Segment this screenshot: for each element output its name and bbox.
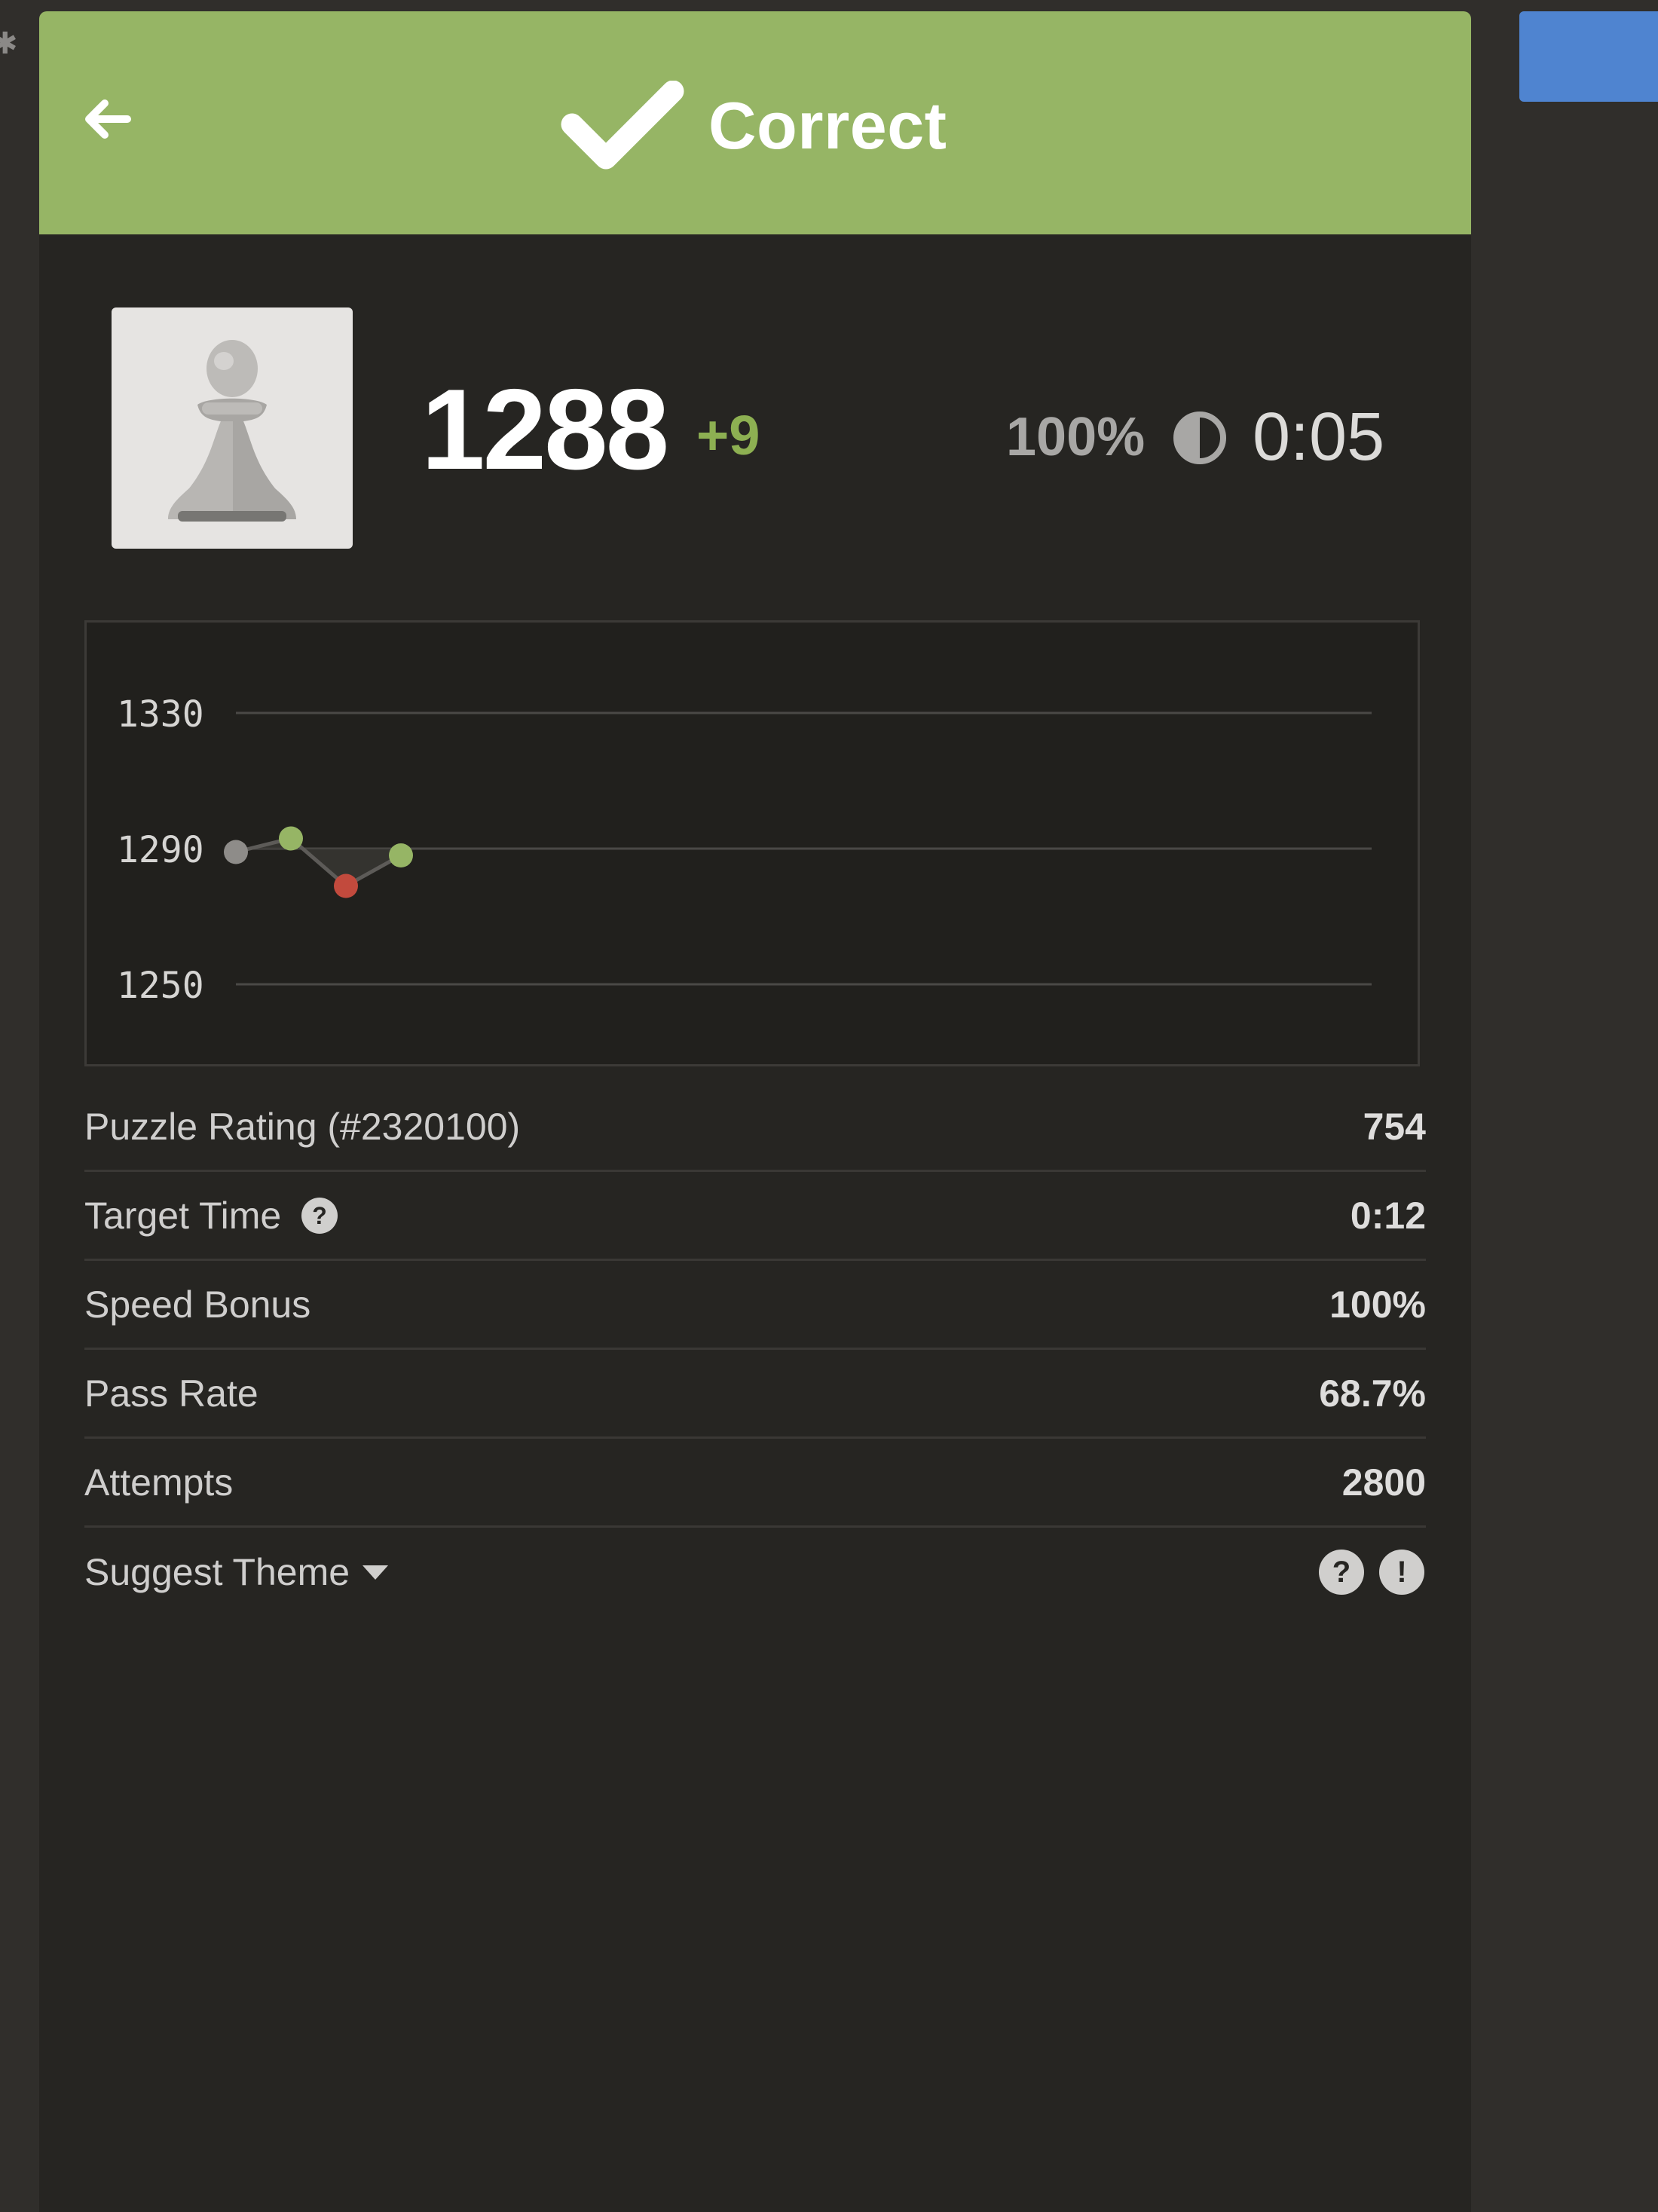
caret-down-icon (362, 1565, 389, 1580)
result-header: Correct (39, 11, 1471, 234)
rating-point-3 (334, 873, 358, 898)
target-time-label-group: Target Time ? (84, 1193, 338, 1238)
svg-text:?: ? (312, 1202, 327, 1229)
question-circle-icon[interactable]: ? (1317, 1548, 1366, 1596)
rating-chart: 1330 1290 1250 (84, 620, 1420, 1066)
accuracy-value: 100% (1006, 407, 1146, 467)
checkmark-icon (561, 81, 684, 170)
speed-bonus-value: 100% (1329, 1283, 1426, 1326)
y-tick-1250: 1250 (117, 965, 204, 1007)
side-action-button[interactable] (1519, 11, 1658, 102)
svg-text:?: ? (1332, 1556, 1351, 1589)
header-title-group: Correct (559, 81, 947, 171)
suggest-theme-label: Suggest Theme (84, 1551, 350, 1593)
rating-point-1 (224, 840, 248, 864)
rating-delta: +9 (696, 404, 760, 467)
puzzle-rating-label: Puzzle Rating (#2320100) (84, 1105, 521, 1148)
target-time-label: Target Time (84, 1194, 282, 1237)
speed-bonus-label: Speed Bonus (84, 1283, 311, 1326)
svg-text:!: ! (1396, 1556, 1406, 1589)
pass-rate-value: 68.7% (1319, 1372, 1426, 1415)
theme-actions: ? ! (1305, 1548, 1426, 1596)
pawn-icon (168, 340, 296, 522)
puzzle-rating-row: Puzzle Rating (#2320100) 754 (84, 1083, 1426, 1172)
exclamation-circle-icon[interactable]: ! (1378, 1548, 1426, 1596)
arrow-left-icon (85, 99, 131, 139)
attempts-row: Attempts 2800 (84, 1439, 1426, 1528)
half-circle-clock-icon (1173, 411, 1226, 464)
header-title: Correct (708, 88, 947, 163)
rating-value: 1288 (421, 366, 669, 494)
puzzle-stats: Puzzle Rating (#2320100) 754 Target Time… (84, 1083, 1426, 1617)
pawn-avatar (112, 307, 353, 549)
y-tick-1290: 1290 (117, 829, 204, 871)
back-button[interactable] (77, 89, 137, 149)
target-time-row: Target Time ? 0:12 (84, 1172, 1426, 1261)
rating-chart-svg: 1330 1290 1250 (117, 693, 1372, 1007)
settings-gear-icon[interactable]: ✱ (0, 29, 18, 59)
puzzle-result-panel: Correct 1288 +9 100% 0:05 1330 1290 1250 (39, 11, 1471, 2212)
y-tick-1330: 1330 (117, 693, 204, 736)
rating-point-2 (279, 826, 303, 851)
puzzle-rating-value: 754 (1363, 1105, 1426, 1148)
target-time-value: 0:12 (1350, 1194, 1426, 1237)
rating-point-4 (389, 843, 413, 867)
question-circle-icon[interactable]: ? (301, 1197, 338, 1234)
pass-rate-row: Pass Rate 68.7% (84, 1350, 1426, 1439)
attempts-label: Attempts (84, 1461, 234, 1504)
suggest-theme-row: Suggest Theme ? ! (84, 1528, 1426, 1617)
elapsed-time: 0:05 (1253, 399, 1385, 475)
pass-rate-label: Pass Rate (84, 1372, 258, 1415)
speed-bonus-row: Speed Bonus 100% (84, 1261, 1426, 1350)
attempts-value: 2800 (1341, 1461, 1426, 1504)
suggest-theme-dropdown[interactable]: Suggest Theme (84, 1550, 390, 1595)
